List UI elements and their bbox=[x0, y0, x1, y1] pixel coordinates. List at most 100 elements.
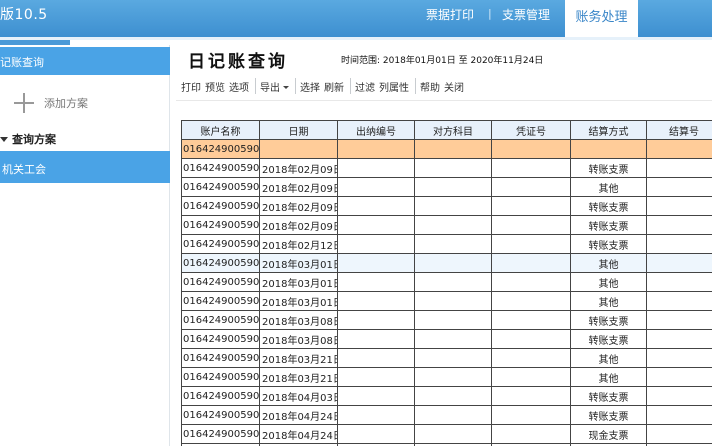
cashier-number-cell[interactable] bbox=[337, 424, 415, 444]
settlement-number-cell[interactable] bbox=[646, 158, 712, 178]
settlement-method-cell[interactable]: 现金支票 bbox=[570, 424, 647, 444]
table-row[interactable]: 0164249005900002018年03月01日 其他 bbox=[181, 253, 712, 273]
cashier-number-cell[interactable] bbox=[337, 158, 415, 178]
settlement-method-cell[interactable]: 其他 bbox=[570, 272, 647, 292]
account-name-cell[interactable]: 016424900590000 bbox=[181, 272, 260, 292]
date-cell[interactable]: 2018年02月09日 bbox=[259, 177, 338, 197]
date-cell[interactable]: 2018年03月08日 bbox=[259, 329, 338, 349]
cashier-number-cell[interactable] bbox=[337, 234, 415, 254]
account-name-cell[interactable]: 016424900590000 bbox=[181, 405, 260, 425]
counter-account-cell[interactable] bbox=[414, 215, 492, 235]
account-name-cell[interactable]: 016424900590000 bbox=[181, 310, 260, 330]
filter-button[interactable]: 过滤 bbox=[355, 79, 375, 94]
table-row[interactable]: 0164249005900002018年03月08日 转账支票 bbox=[181, 310, 712, 330]
counter-account-cell[interactable] bbox=[414, 177, 492, 197]
settlement-number-cell[interactable] bbox=[646, 196, 712, 216]
export-button[interactable]: 导出 bbox=[260, 79, 289, 94]
column-properties-button[interactable]: 列属性 bbox=[379, 79, 409, 94]
sidebar-item-organ-union[interactable]: 机关工会 bbox=[0, 151, 170, 183]
help-button[interactable]: 帮助 bbox=[420, 79, 440, 94]
settlement-method-cell[interactable]: 转账支票 bbox=[570, 310, 647, 330]
settlement-number-cell[interactable] bbox=[646, 272, 712, 292]
table-row[interactable]: 0164249005900002018年03月01日 其他 bbox=[181, 291, 712, 311]
settlement-method-cell[interactable]: 转账支票 bbox=[570, 405, 647, 425]
settlement-method-cell[interactable]: 转账支票 bbox=[570, 196, 647, 216]
table-row[interactable]: 0164249005900002018年04月24日 转账支票 bbox=[181, 405, 712, 425]
date-cell[interactable]: 2018年02月09日 bbox=[259, 158, 338, 178]
voucher-number-cell[interactable] bbox=[491, 310, 571, 330]
counter-account-cell[interactable] bbox=[414, 329, 492, 349]
account-name-cell[interactable]: 016424900590000 bbox=[181, 253, 260, 273]
nav-item-accounting[interactable]: 账务处理 bbox=[565, 0, 638, 37]
account-name-cell[interactable]: 016424900590000 bbox=[181, 424, 260, 444]
table-row[interactable]: 0164249005900002018年02月09日 转账支票 bbox=[181, 196, 712, 216]
cashier-number-cell[interactable] bbox=[337, 139, 415, 159]
account-name-cell[interactable]: 016424900590000 bbox=[181, 367, 260, 387]
table-row[interactable]: 0164249005900002018年03月21日 其他 bbox=[181, 348, 712, 368]
date-cell[interactable]: 2018年03月21日 bbox=[259, 348, 338, 368]
account-name-cell[interactable]: 016424900590000 bbox=[181, 177, 260, 197]
counter-account-cell[interactable] bbox=[414, 348, 492, 368]
voucher-number-cell[interactable] bbox=[491, 177, 571, 197]
voucher-number-cell[interactable] bbox=[491, 215, 571, 235]
cashier-number-cell[interactable] bbox=[337, 386, 415, 406]
table-row[interactable]: 0164249005900002018年03月21日 其他 bbox=[181, 367, 712, 387]
date-cell[interactable]: 2018年02月12日 bbox=[259, 234, 338, 254]
cashier-number-cell[interactable] bbox=[337, 177, 415, 197]
settlement-method-cell[interactable]: 转账支票 bbox=[570, 386, 647, 406]
counter-account-cell[interactable] bbox=[414, 424, 492, 444]
settlement-method-cell[interactable]: 其他 bbox=[570, 253, 647, 273]
settlement-method-cell[interactable]: 其他 bbox=[570, 348, 647, 368]
options-button[interactable]: 选项 bbox=[229, 79, 249, 94]
table-row[interactable]: 0164249005900002018年04月24日 现金支票 bbox=[181, 424, 712, 444]
date-cell[interactable]: 2018年03月01日 bbox=[259, 272, 338, 292]
account-name-cell[interactable]: 016424900590000 bbox=[181, 291, 260, 311]
counter-account-cell[interactable] bbox=[414, 139, 492, 159]
date-cell[interactable]: 2018年03月01日 bbox=[259, 291, 338, 311]
voucher-number-cell[interactable] bbox=[491, 367, 571, 387]
counter-account-cell[interactable] bbox=[414, 367, 492, 387]
voucher-number-cell[interactable] bbox=[491, 272, 571, 292]
cashier-number-cell[interactable] bbox=[337, 329, 415, 349]
voucher-number-cell[interactable] bbox=[491, 405, 571, 425]
add-scheme-button[interactable]: 添加方案 bbox=[14, 93, 88, 113]
column-header-settlement-number[interactable]: 结算号 bbox=[646, 120, 712, 140]
settlement-method-cell[interactable]: 转账支票 bbox=[570, 215, 647, 235]
date-cell[interactable]: 2018年02月09日 bbox=[259, 215, 338, 235]
voucher-number-cell[interactable] bbox=[491, 348, 571, 368]
account-name-cell[interactable]: 016424900590000 bbox=[181, 215, 260, 235]
cashier-number-cell[interactable] bbox=[337, 196, 415, 216]
cashier-number-cell[interactable] bbox=[337, 215, 415, 235]
select-button[interactable]: 选择 bbox=[300, 79, 320, 94]
cashier-number-cell[interactable] bbox=[337, 348, 415, 368]
column-header-counter-account[interactable]: 对方科目 bbox=[414, 120, 492, 140]
cashier-number-cell[interactable] bbox=[337, 310, 415, 330]
account-name-cell[interactable]: 016424900590000 bbox=[181, 139, 260, 159]
account-name-cell[interactable]: 016424900590000 bbox=[181, 158, 260, 178]
settlement-method-cell[interactable]: 其他 bbox=[570, 177, 647, 197]
date-cell[interactable] bbox=[259, 139, 338, 159]
table-row[interactable]: 0164249005900002018年03月08日 转账支票 bbox=[181, 329, 712, 349]
counter-account-cell[interactable] bbox=[414, 386, 492, 406]
voucher-number-cell[interactable] bbox=[491, 329, 571, 349]
settlement-number-cell[interactable] bbox=[646, 310, 712, 330]
voucher-number-cell[interactable] bbox=[491, 253, 571, 273]
column-header-settlement-method[interactable]: 结算方式 bbox=[570, 120, 647, 140]
voucher-number-cell[interactable] bbox=[491, 386, 571, 406]
nav-item-bill-print[interactable]: 票据打印 bbox=[426, 6, 474, 23]
voucher-number-cell[interactable] bbox=[491, 139, 571, 159]
voucher-number-cell[interactable] bbox=[491, 158, 571, 178]
settlement-method-cell[interactable]: 其他 bbox=[570, 367, 647, 387]
nav-item-check-management[interactable]: 支票管理 bbox=[502, 6, 550, 23]
settlement-number-cell[interactable] bbox=[646, 386, 712, 406]
column-header-date[interactable]: 日期 bbox=[259, 120, 338, 140]
cashier-number-cell[interactable] bbox=[337, 291, 415, 311]
column-header-account-name[interactable]: 账户名称 bbox=[181, 120, 260, 140]
voucher-number-cell[interactable] bbox=[491, 424, 571, 444]
preview-button[interactable]: 预览 bbox=[205, 79, 225, 94]
cashier-number-cell[interactable] bbox=[337, 272, 415, 292]
table-row[interactable]: 0164249005900002018年03月01日 其他 bbox=[181, 272, 712, 292]
table-row[interactable]: 0164249005900002018年02月12日 转账支票 bbox=[181, 234, 712, 254]
counter-account-cell[interactable] bbox=[414, 405, 492, 425]
sidebar-header[interactable]: 记账查询 bbox=[0, 47, 170, 75]
